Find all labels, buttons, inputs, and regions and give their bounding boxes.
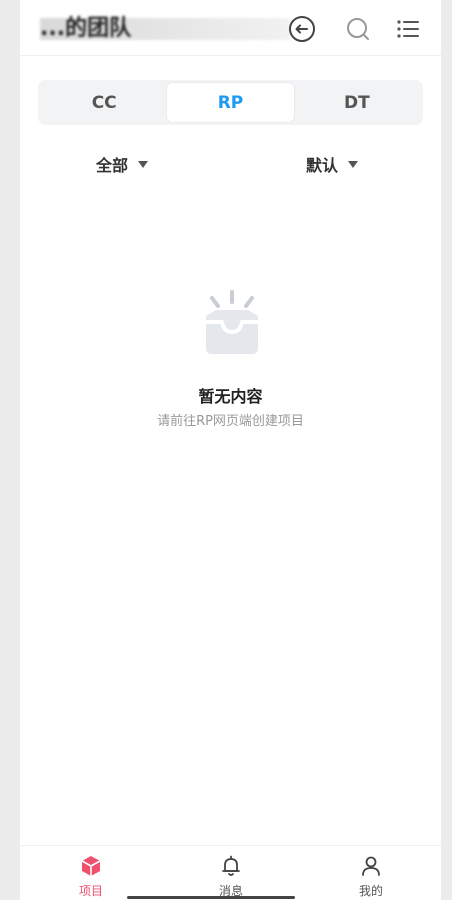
nav-mine-label: 我的 — [358, 884, 383, 898]
empty-tray-icon — [192, 286, 272, 366]
search-icon[interactable] — [344, 15, 372, 43]
nav-projects[interactable]: 项目 — [61, 854, 121, 899]
tab-dt[interactable]: DT — [294, 83, 420, 122]
bell-icon — [222, 855, 240, 876]
caret-down-icon — [348, 160, 359, 168]
team-title: ...的团队 — [40, 12, 295, 46]
scope-filter-label: 全部 — [96, 156, 129, 175]
empty-state-subtitle: 请前往RP网页端创建项目 — [157, 414, 304, 429]
cube-icon — [81, 856, 101, 876]
scope-filter-dropdown[interactable]: 全部 — [96, 152, 149, 176]
tab-cc[interactable]: CC — [41, 83, 167, 122]
user-icon — [362, 856, 380, 876]
caret-down-icon — [138, 160, 149, 168]
bottom-navigation: 项目 消息 我的 — [20, 845, 441, 900]
sort-filter-dropdown[interactable]: 默认 — [306, 152, 359, 176]
nav-messages[interactable]: 消息 — [201, 854, 261, 899]
switch-team-icon[interactable] — [288, 15, 316, 43]
sort-filter-label: 默认 — [306, 156, 339, 175]
team-title-text: ...的团队 — [40, 16, 132, 41]
nav-projects-label: 项目 — [78, 884, 103, 898]
product-tabs: CC RP DT — [38, 80, 423, 125]
menu-list-icon[interactable] — [394, 15, 422, 43]
nav-mine[interactable]: 我的 — [341, 854, 401, 899]
app-screen: ...的团队 CC RP DT 全部 默认 暂无内容 请前往RP网页端创建项目 … — [20, 0, 441, 900]
empty-state-title: 暂无内容 — [198, 387, 263, 406]
top-bar: ...的团队 — [20, 0, 441, 56]
tab-rp[interactable]: RP — [167, 83, 294, 122]
home-indicator — [127, 896, 295, 899]
